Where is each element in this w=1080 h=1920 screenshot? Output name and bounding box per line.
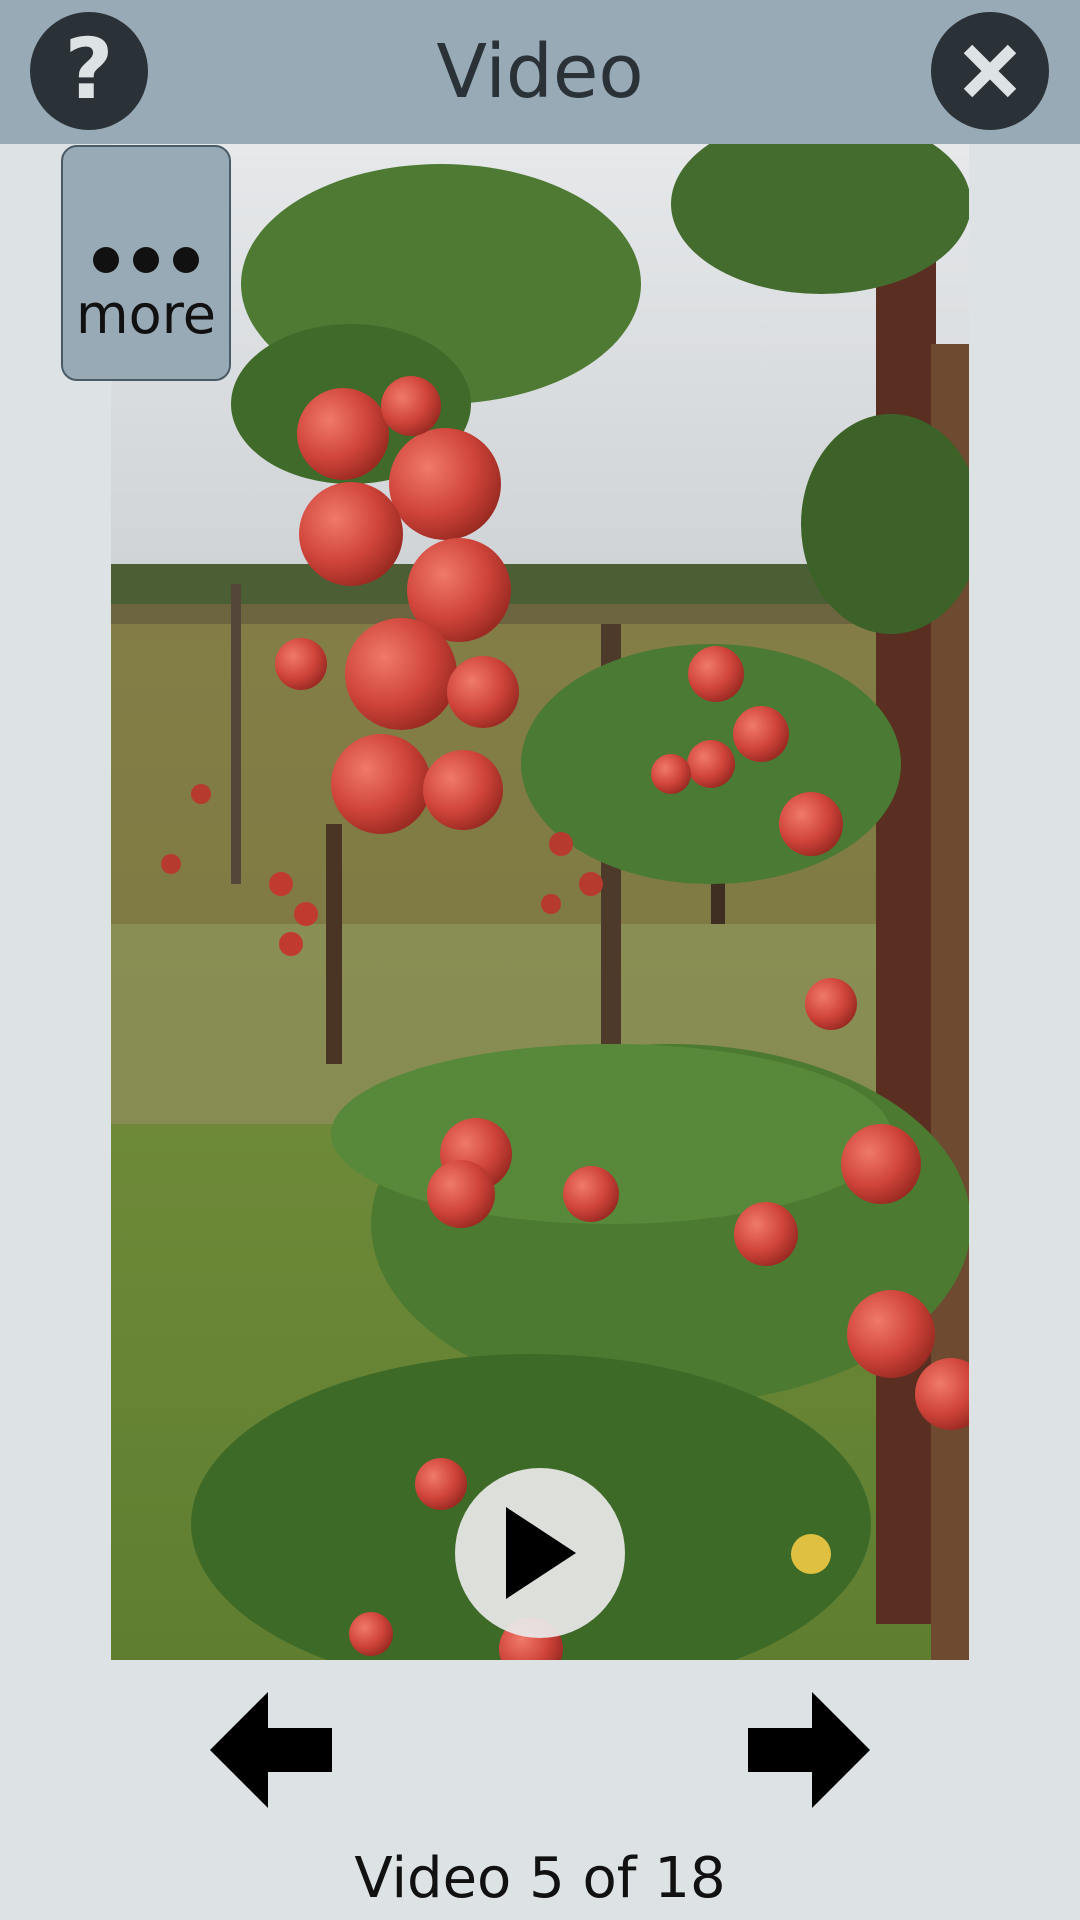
dot — [93, 247, 119, 273]
question-mark-icon: ? — [64, 20, 114, 118]
video-counter: Video 5 of 18 — [354, 1846, 726, 1911]
play-icon — [506, 1507, 576, 1599]
close-button[interactable] — [931, 12, 1049, 130]
help-button[interactable]: ? — [30, 12, 148, 130]
more-label: more — [76, 283, 216, 346]
previous-video-button[interactable] — [210, 1690, 332, 1810]
ellipsis-icon — [63, 247, 229, 273]
top-bar: ? Video — [0, 0, 1080, 144]
video-frame[interactable] — [111, 144, 969, 1660]
arrow-left-icon — [210, 1692, 332, 1808]
next-video-button[interactable] — [748, 1690, 870, 1810]
more-button[interactable]: more — [61, 145, 231, 381]
dot — [173, 247, 199, 273]
close-icon — [963, 44, 1017, 98]
page-title: Video — [436, 29, 644, 115]
apple-orchard-thumbnail — [111, 144, 969, 1660]
arrow-right-icon — [748, 1692, 870, 1808]
dot — [133, 247, 159, 273]
play-button[interactable] — [455, 1468, 625, 1638]
